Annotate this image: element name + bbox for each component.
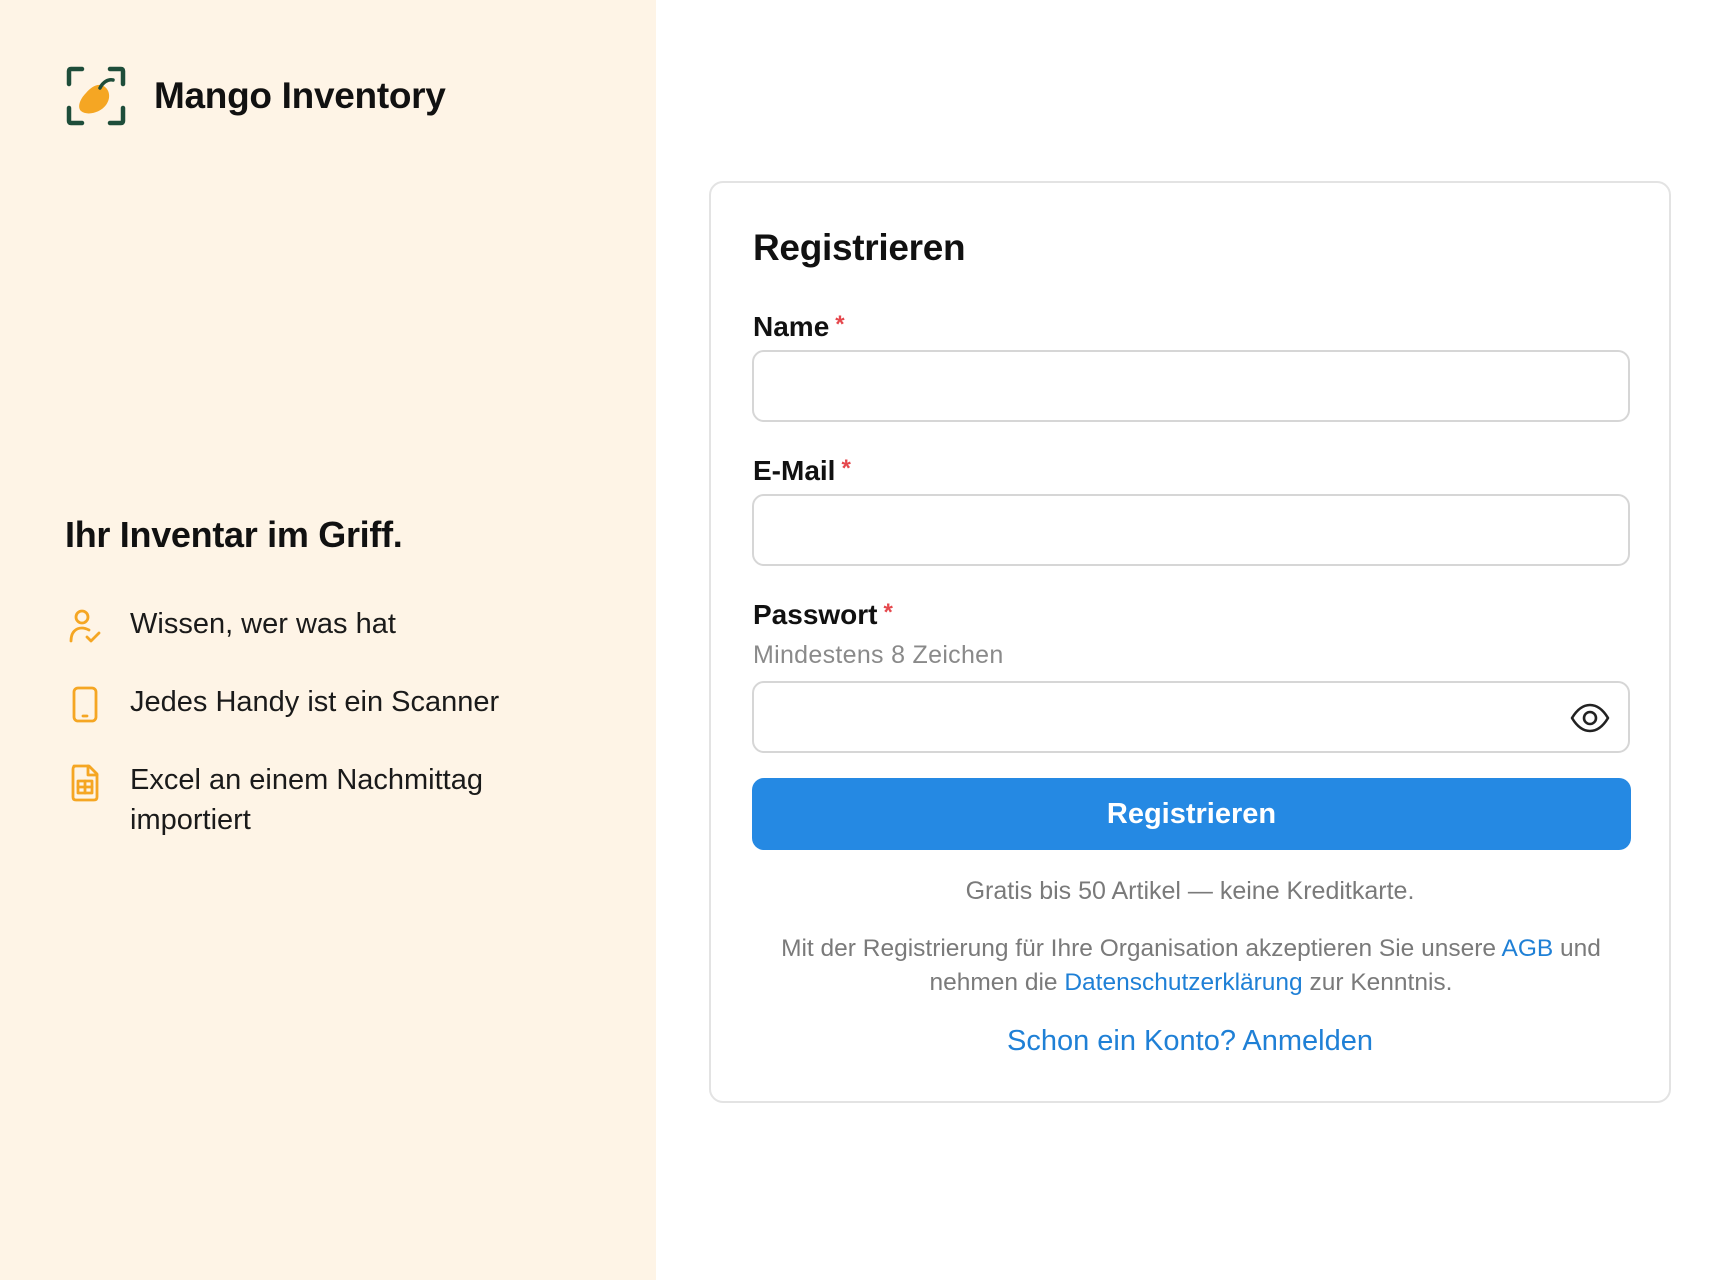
email-label: E-Mail * [753, 455, 851, 487]
password-hint: Mindestens 8 Zeichen [753, 641, 1004, 669]
name-field-wrapper [752, 350, 1630, 422]
brand: Mango Inventory [66, 66, 446, 126]
terms-link[interactable]: AGB [1501, 935, 1553, 962]
mango-scan-logo-icon [66, 66, 126, 126]
required-mark: * [883, 599, 893, 626]
password-field-wrapper [752, 681, 1630, 753]
tagline: Ihr Inventar im Griff. [65, 514, 403, 555]
name-field[interactable] [754, 352, 1628, 420]
legal-text: zur Kenntnis. [1302, 969, 1453, 996]
user-check-icon [69, 609, 101, 643]
feature-text: Wissen, wer was hat [130, 608, 396, 640]
name-label: Name * [753, 311, 845, 343]
feature-item: Wissen, wer was hat [68, 604, 588, 646]
legal-text: Mit der Registrierung für Ihre Organisat… [781, 935, 1502, 962]
required-mark: * [841, 455, 851, 482]
required-mark: * [835, 311, 845, 338]
brand-name: Mango Inventory [154, 75, 446, 116]
spreadsheet-file-icon [71, 764, 99, 802]
password-label: Passwort * [753, 599, 893, 631]
login-link[interactable]: Schon ein Konto? Anmelden [711, 1025, 1669, 1058]
registration-card: Registrieren Name * E-Mail * Passwort * Min… [709, 181, 1671, 1103]
register-button[interactable]: Registrieren [752, 778, 1631, 850]
password-field[interactable] [754, 683, 1628, 751]
smartphone-icon [72, 686, 98, 723]
form-title: Registrieren [753, 227, 966, 268]
email-field-wrapper [752, 494, 1630, 566]
email-label-text: E-Mail [753, 455, 836, 486]
email-field[interactable] [754, 496, 1628, 564]
name-label-text: Name [753, 311, 830, 342]
feature-text: Excel an einem Nachmittag importiert [130, 764, 483, 836]
password-label-text: Passwort [753, 599, 878, 630]
legal-notice: Mit der Registrierung für Ihre Organisat… [751, 932, 1631, 1000]
feature-item: Excel an einem Nachmittag importiert [68, 760, 588, 840]
brand-panel: Mango Inventory Ihr Inventar im Griff. W… [0, 0, 656, 1280]
eye-icon[interactable] [1570, 701, 1610, 735]
free-plan-note: Gratis bis 50 Artikel — keine Kreditkart… [965, 877, 1415, 905]
privacy-policy-link[interactable]: Datenschutzerklärung [1064, 969, 1302, 996]
feature-text: Jedes Handy ist ein Scanner [130, 686, 500, 718]
feature-list: Wissen, wer was hat Jedes Handy ist ein … [68, 604, 588, 876]
feature-item: Jedes Handy ist ein Scanner [68, 682, 588, 724]
